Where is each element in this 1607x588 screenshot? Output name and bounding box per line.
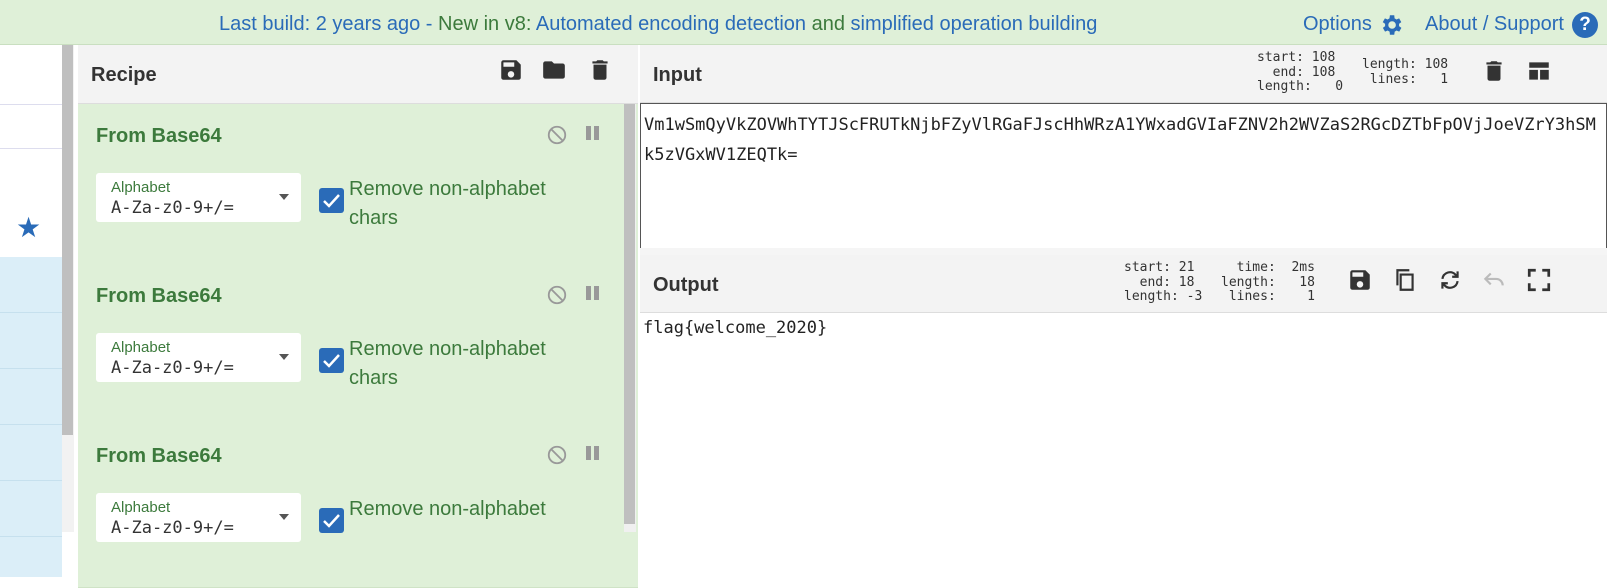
about-support-link[interactable]: About / Support <box>1425 13 1564 36</box>
recipe-title: Recipe <box>91 64 157 86</box>
new-in-label: New in v8: <box>438 13 532 35</box>
maximise-icon[interactable] <box>1526 267 1552 293</box>
swap-icon[interactable] <box>1437 267 1463 293</box>
alphabet-value: A-Za-z0-9+/= <box>111 198 234 218</box>
remove-nonalphabet-checkbox[interactable] <box>319 188 344 213</box>
save-icon[interactable] <box>1347 267 1373 293</box>
alphabet-value: A-Za-z0-9+/= <box>111 518 234 538</box>
alphabet-select[interactable]: Alphabet A-Za-z0-9+/= <box>96 173 301 222</box>
star-icon[interactable]: ★ <box>16 211 41 244</box>
banner-and: and <box>806 13 851 35</box>
alphabet-select[interactable]: Alphabet A-Za-z0-9+/= <box>96 493 301 542</box>
undo-icon[interactable] <box>1481 267 1507 293</box>
banner-dash: - <box>420 13 439 35</box>
list-item[interactable] <box>0 481 62 537</box>
operation-title: From Base64 <box>96 285 222 307</box>
top-banner: Last build: 2 years ago - New in v8: Aut… <box>0 0 1607 45</box>
recipe-scrollbar-thumb[interactable] <box>624 104 635 524</box>
checkbox-label: Remove non-alphabet chars <box>349 338 546 389</box>
chevron-down-icon <box>279 194 289 200</box>
feature-encoding-link[interactable]: Automated encoding detection <box>531 13 806 35</box>
operations-column: ★ <box>0 45 62 577</box>
options-link[interactable]: Options <box>1303 13 1372 36</box>
gear-icon[interactable] <box>1378 12 1404 38</box>
input-length-stats: length: 108 lines: 1 <box>1362 57 1449 87</box>
output-header: Output start: 21 end: 18 length: -3 time… <box>640 255 1607 313</box>
disable-icon[interactable] <box>546 444 568 466</box>
pause-icon[interactable] <box>584 286 600 304</box>
pause-icon[interactable] <box>584 126 600 144</box>
checkbox-label: Remove non-alphabet <box>349 498 546 520</box>
recipe-operation[interactable]: From Base64 Alphabet A-Za-z0-9+/= Remove… <box>78 264 638 428</box>
remove-nonalphabet-checkbox[interactable] <box>319 348 344 373</box>
pane-resizer[interactable] <box>640 248 1607 255</box>
input-title: Input <box>653 64 702 86</box>
output-text[interactable]: flag{welcome_2020} <box>643 318 827 338</box>
ops-search[interactable] <box>0 105 62 149</box>
list-item[interactable] <box>0 369 62 425</box>
checkbox-label: Remove non-alphabet chars <box>349 178 546 229</box>
banner-message: Last build: 2 years ago - New in v8: Aut… <box>219 13 1097 36</box>
ops-header <box>0 45 62 105</box>
operation-title: From Base64 <box>96 125 222 147</box>
save-icon[interactable] <box>498 57 524 83</box>
alphabet-label: Alphabet <box>111 179 171 196</box>
output-selection-stats: start: 21 end: 18 length: -3 <box>1124 260 1203 304</box>
alphabet-label: Alphabet <box>111 499 171 516</box>
chevron-down-icon <box>279 514 289 520</box>
help-icon[interactable]: ? <box>1572 12 1598 38</box>
ops-scrollbar[interactable] <box>62 45 74 532</box>
list-item[interactable] <box>0 313 62 369</box>
alphabet-label: Alphabet <box>111 339 171 356</box>
input-selection-stats: start: 108 end: 108 length: 0 <box>1257 50 1344 94</box>
recipe-operation[interactable]: From Base64 Alphabet A-Za-z0-9+/= Remove… <box>78 104 638 268</box>
input-pane: Input start: 108 end: 108 length: 0 leng… <box>640 45 1607 293</box>
copy-icon[interactable] <box>1392 267 1418 293</box>
output-title: Output <box>653 274 719 296</box>
disable-icon[interactable] <box>546 284 568 306</box>
recipe-scrollbar[interactable] <box>624 104 636 532</box>
recipe-pane: Recipe From Base64 Alphabet A-Za-z0-9+/=… <box>78 45 638 588</box>
output-time-stats: time: 2ms length: 18 lines: 1 <box>1221 260 1315 304</box>
pause-icon[interactable] <box>584 446 600 464</box>
operation-title: From Base64 <box>96 445 222 467</box>
trash-icon[interactable] <box>1481 58 1507 84</box>
alphabet-value: A-Za-z0-9+/= <box>111 358 234 378</box>
chevron-down-icon <box>279 354 289 360</box>
recipe-header: Recipe <box>78 45 638 104</box>
remove-nonalphabet-checkbox[interactable] <box>319 508 344 533</box>
folder-icon[interactable] <box>541 57 567 83</box>
favourites-list <box>0 257 62 577</box>
ops-scrollbar-thumb[interactable] <box>62 45 73 435</box>
list-item[interactable] <box>0 257 62 313</box>
recipe-operation[interactable]: From Base64 Alphabet A-Za-z0-9+/= Remove… <box>78 424 638 588</box>
input-header: Input start: 108 end: 108 length: 0 leng… <box>640 45 1607 103</box>
trash-icon[interactable] <box>587 57 613 83</box>
disable-icon[interactable] <box>546 124 568 146</box>
layout-icon[interactable] <box>1526 58 1552 84</box>
last-build-link[interactable]: Last build: 2 years ago <box>219 13 420 35</box>
output-pane: Output start: 21 end: 18 length: -3 time… <box>640 255 1607 532</box>
alphabet-select[interactable]: Alphabet A-Za-z0-9+/= <box>96 333 301 382</box>
list-item[interactable] <box>0 425 62 481</box>
feature-operation-link[interactable]: simplified operation building <box>851 13 1098 35</box>
